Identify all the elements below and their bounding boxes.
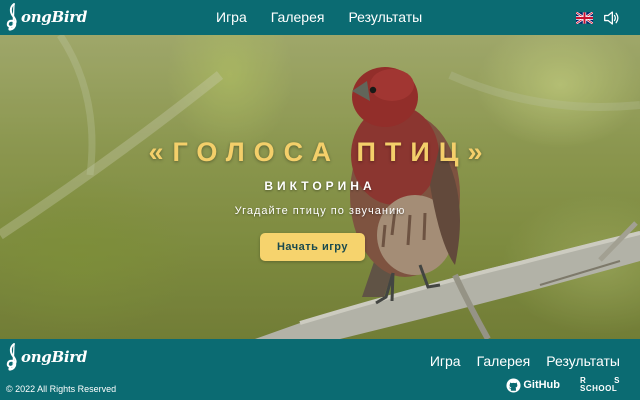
footer-nav-game[interactable]: Игра	[430, 353, 461, 369]
uk-flag-icon[interactable]	[576, 12, 593, 24]
start-game-button[interactable]: Начать игру	[260, 233, 365, 261]
footer: ongBird Игра Галерея Результаты © 2022 A…	[0, 339, 640, 400]
footer-nav-gallery[interactable]: Галерея	[477, 353, 531, 369]
logo-text: ongBird	[21, 8, 88, 26]
footer-nav: Игра Галерея Результаты	[430, 353, 620, 369]
hero-title: «ГОЛОСА ПТИЦ»	[148, 137, 492, 167]
header-nav: Игра Галерея Результаты	[216, 9, 422, 25]
header: ongBird Игра Галерея Результаты	[0, 0, 640, 35]
footer-links: GitHub R S SCHOOL	[506, 377, 620, 393]
logo[interactable]: ongBird	[5, 2, 87, 32]
speaker-icon[interactable]	[603, 10, 620, 26]
footer-logo[interactable]: ongBird	[5, 342, 87, 372]
hero-section: «ГОЛОСА ПТИЦ» ВИКТОРИНА Угадайте птицу п…	[0, 35, 640, 339]
github-icon	[506, 377, 521, 393]
header-controls	[576, 10, 620, 26]
nav-gallery[interactable]: Галерея	[271, 9, 325, 25]
footer-nav-results[interactable]: Результаты	[546, 353, 620, 369]
rs-school-logo[interactable]: R S SCHOOL	[580, 377, 620, 393]
treble-clef-icon	[6, 343, 17, 371]
footer-logo-text: ongBird	[21, 348, 88, 366]
github-link[interactable]: GitHub	[506, 377, 560, 393]
nav-results[interactable]: Результаты	[348, 9, 422, 25]
nav-game[interactable]: Игра	[216, 9, 247, 25]
page: ongBird Игра Галерея Результаты «ГОЛОСА …	[0, 0, 640, 400]
treble-clef-icon	[6, 3, 17, 31]
copyright: © 2022 All Rights Reserved	[6, 384, 117, 394]
hero-subtitle: ВИКТОРИНА	[264, 179, 376, 193]
github-label: GitHub	[523, 379, 560, 391]
hero-description: Угадайте птицу по звучанию	[234, 205, 406, 217]
rs-school-text: SCHOOL	[580, 384, 618, 393]
